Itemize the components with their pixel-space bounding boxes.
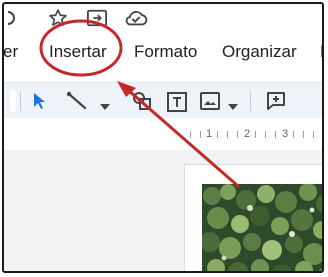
line-icon[interactable] [66, 91, 88, 116]
add-comment-icon[interactable] [266, 91, 286, 116]
move-to-folder-icon[interactable] [86, 8, 108, 33]
toolbar-separator [20, 91, 21, 111]
toolbar-separator [250, 91, 251, 111]
ruler-track: 1 2 3 [184, 128, 322, 142]
menu-item-help-partial[interactable]: H [320, 42, 322, 62]
ruler-number: 1 [206, 128, 213, 140]
ruler-tick [303, 131, 304, 138]
ruler-tick [255, 131, 256, 138]
select-cursor-icon[interactable] [32, 91, 46, 116]
ruler-tick [217, 131, 218, 138]
menu-item-organizar[interactable]: Organizar [222, 42, 297, 62]
shape-icon[interactable] [132, 91, 152, 116]
toolbar-partial-button[interactable] [10, 90, 16, 112]
dropdown-arrow-icon[interactable] [228, 97, 238, 115]
ruler-number: 3 [282, 128, 289, 140]
menu-item-formato[interactable]: Formato [134, 42, 197, 62]
dropdown-arrow-icon[interactable] [100, 97, 110, 115]
menu-bar: er Insertar Formato Organizar H [4, 37, 322, 67]
ruler-tick [200, 131, 201, 138]
ruler-tick [275, 131, 276, 138]
slide-photo[interactable] [202, 184, 322, 271]
ruler-tick [265, 131, 266, 138]
partial-icon [4, 10, 16, 31]
horizontal-ruler: 1 2 3 [4, 118, 322, 150]
ruler-number: 2 [244, 128, 251, 140]
cloud-saved-icon[interactable] [124, 8, 148, 33]
menu-item-partial[interactable]: er [4, 42, 18, 62]
menu-item-insertar[interactable]: Insertar [49, 42, 107, 62]
ruler-tick [293, 131, 294, 138]
ruler-tick [190, 131, 191, 138]
screenshot-frame: er Insertar Formato Organizar H [2, 2, 324, 273]
ruler-tick [237, 131, 238, 138]
toolbar [4, 82, 322, 118]
star-icon[interactable] [48, 8, 68, 33]
title-icon-strip [4, 4, 322, 34]
ruler-tick [313, 131, 314, 138]
ruler-tick [227, 131, 228, 138]
text-box-icon[interactable] [166, 91, 188, 118]
image-icon[interactable] [200, 92, 220, 115]
